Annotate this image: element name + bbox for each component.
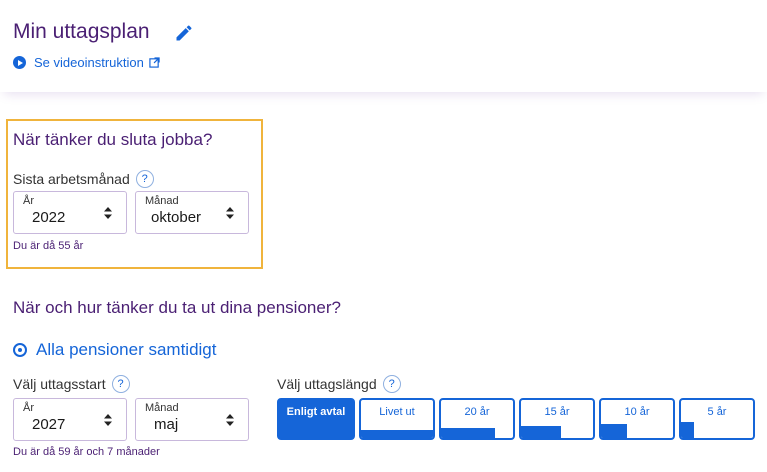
length-option-label: 5 år [707,406,727,418]
length-fill-bar [441,428,495,438]
start-month-select[interactable]: Månad maj [135,398,249,441]
length-fill-bar [521,426,561,438]
length-option-20-years[interactable]: 20 år [439,398,515,440]
page-title: Min uttagsplan [13,20,150,43]
help-icon[interactable]: ? [111,375,130,393]
sort-arrows-icon [104,414,112,426]
sort-arrows-icon [226,414,234,426]
stop-work-heading: När tänker du sluta jobba? [13,130,213,149]
play-icon [13,56,26,69]
length-option-5-years[interactable]: 5 år [679,398,755,440]
help-icon[interactable]: ? [135,170,154,188]
video-instruction-link[interactable]: Se videoinstruktion [13,55,160,70]
page-header: Min uttagsplan Se videoinstruktion [0,0,767,92]
stop-month-value: oktober [151,209,202,226]
external-link-icon [149,57,160,68]
stop-month-select[interactable]: Månad oktober [135,191,249,234]
start-year-label: År [23,402,34,414]
length-option-lifetime[interactable]: Livet ut [359,398,435,440]
withdrawal-start-text: Välj uttagsstart [13,376,106,392]
length-option-by-agreement[interactable]: Enligt avtal [277,398,355,440]
sort-arrows-icon [104,207,112,219]
length-fill-bar [601,424,627,438]
length-option-label: Livet ut [379,406,415,418]
start-age-note: Du är då 59 år och 7 månader [13,446,160,458]
length-option-label: 20 år [464,406,490,418]
length-option-15-years[interactable]: 15 år [519,398,595,440]
video-link-label: Se videoinstruktion [34,55,144,70]
stop-year-select[interactable]: År 2022 [13,191,127,234]
all-pensions-option[interactable]: Alla pensioner samtidigt [13,340,216,360]
length-option-label: Enligt avtal [286,406,346,418]
start-month-label: Månad [145,402,179,414]
withdrawal-length-label: Välj uttagslängd ? [277,375,401,393]
start-year-select[interactable]: År 2027 [13,398,127,441]
withdrawal-heading: När och hur tänker du ta ut dina pension… [13,298,341,317]
withdrawal-length-text: Välj uttagslängd [277,376,377,392]
length-fill-bar [361,430,433,438]
edit-pencil-icon[interactable] [174,23,194,43]
length-option-10-years[interactable]: 10 år [599,398,675,440]
stop-month-label: Månad [145,195,179,207]
length-option-label: 10 år [624,406,650,418]
sort-arrows-icon [226,207,234,219]
start-year-value: 2027 [32,416,66,433]
length-fill-bar [681,422,694,438]
stop-year-value: 2022 [32,209,66,226]
radio-selected-icon [13,343,27,357]
help-icon[interactable]: ? [382,375,401,393]
all-pensions-label: Alla pensioner samtidigt [36,340,217,359]
stop-year-label: År [23,195,34,207]
withdrawal-start-label: Välj uttagsstart ? [13,375,130,393]
stop-age-note: Du är då 55 år [13,240,84,252]
start-month-value: maj [154,416,179,433]
last-work-month-text: Sista arbetsmånad [13,171,130,187]
length-option-label: 15 år [544,406,570,418]
last-work-month-label: Sista arbetsmånad ? [13,170,154,188]
